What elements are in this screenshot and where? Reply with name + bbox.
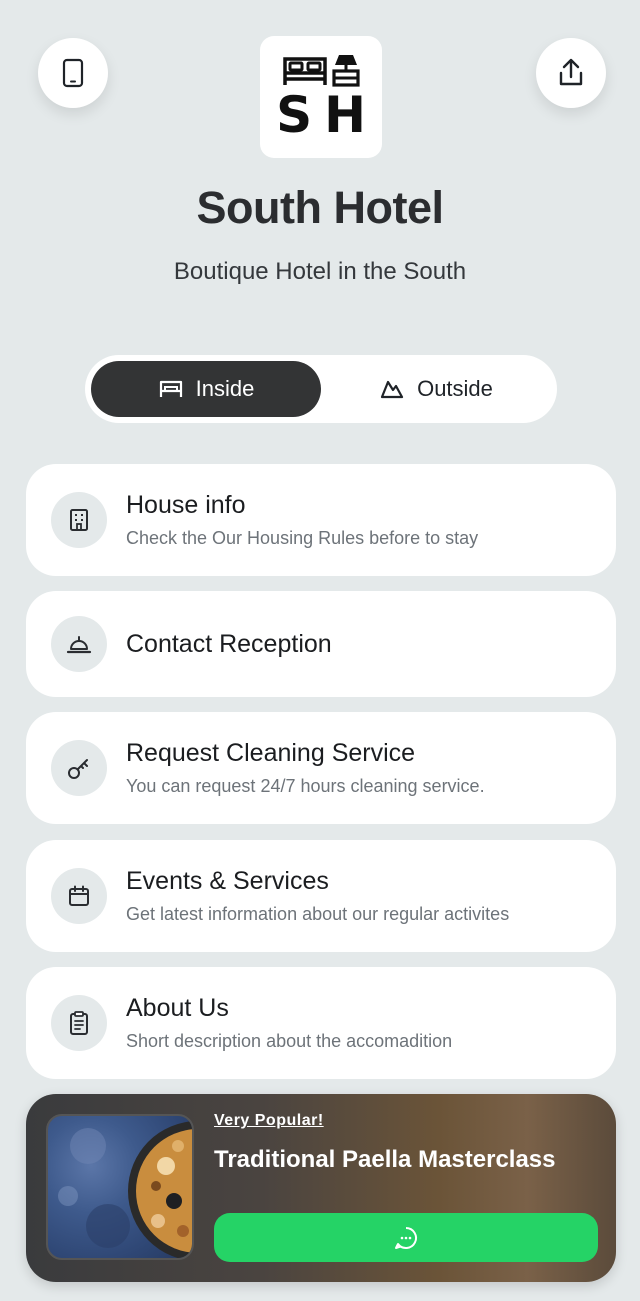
bell-icon — [66, 636, 92, 654]
promo-title: Traditional Paella Masterclass — [214, 1146, 556, 1173]
menu-item-title: About Us — [126, 994, 229, 1022]
tab-inside-label: Inside — [195, 376, 255, 401]
promo-tag[interactable]: Very Popular! — [214, 1112, 324, 1130]
logo-letters: SH — [276, 86, 378, 144]
bed-icon — [159, 380, 182, 397]
menu-item-title: Contact Reception — [126, 629, 332, 658]
menu-item-title: Events & Services — [126, 867, 329, 895]
share-icon — [559, 58, 583, 86]
smartphone-icon — [62, 58, 84, 88]
menu-item-about-us[interactable]: About Us Short description about the acc… — [26, 967, 616, 1079]
menu-icon-circle — [51, 492, 107, 548]
whatsapp-button[interactable] — [214, 1213, 598, 1262]
menu-icon-circle — [51, 616, 107, 672]
tab-outside[interactable]: Outside — [321, 361, 551, 417]
menu-item-desc: You can request 24/7 hours cleaning serv… — [126, 776, 485, 796]
promo-card[interactable]: Very Popular! Traditional Paella Masterc… — [26, 1094, 616, 1282]
mountain-icon — [380, 380, 404, 399]
tab-inside[interactable]: Inside — [91, 361, 321, 417]
menu-icon-circle — [51, 868, 107, 924]
menu-item-events-services[interactable]: Events & Services Get latest information… — [26, 840, 616, 952]
building-icon — [70, 509, 88, 531]
bed-lamp-icon — [283, 55, 360, 87]
menu-item-house-info[interactable]: House info Check the Our Housing Rules b… — [26, 464, 616, 576]
page-subtitle: Boutique Hotel in the South — [173, 258, 467, 285]
paella-image — [46, 1114, 194, 1260]
menu-icon-circle — [51, 740, 107, 796]
device-button[interactable] — [38, 38, 108, 108]
menu-item-desc: Get latest information about our regular… — [126, 904, 510, 924]
tab-outside-label: Outside — [417, 376, 493, 401]
share-button[interactable] — [536, 38, 606, 108]
inside-outside-toggle: Inside Outside — [85, 355, 557, 423]
clipboard-icon — [70, 1011, 88, 1035]
paella-illustration — [58, 1121, 192, 1258]
menu-item-desc: Short description about the accomadition — [126, 1031, 453, 1051]
menu-item-contact-reception[interactable]: Contact Reception — [26, 591, 616, 697]
menu-item-desc: Check the Our Housing Rules before to st… — [126, 528, 479, 548]
page-title: South Hotel — [196, 182, 444, 233]
key-icon — [68, 759, 88, 779]
menu-item-request-cleaning[interactable]: Request Cleaning Service You can request… — [26, 712, 616, 824]
menu-item-title: House info — [126, 491, 246, 519]
menu-item-title: Request Cleaning Service — [126, 739, 416, 767]
hotel-logo: SH — [260, 36, 382, 158]
menu-icon-circle — [51, 995, 107, 1051]
calendar-icon — [69, 885, 89, 906]
whatsapp-icon — [395, 1226, 417, 1249]
